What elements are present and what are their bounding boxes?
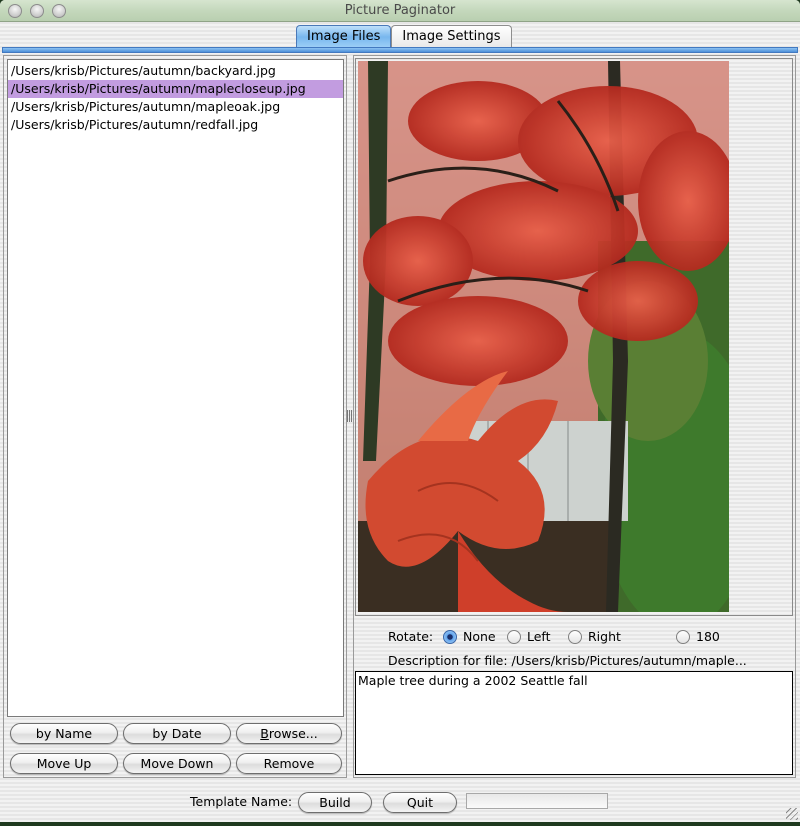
title-bar[interactable]: Picture Paginator <box>0 0 800 22</box>
image-preview <box>358 61 729 612</box>
rotate-left-label[interactable]: Left <box>527 628 551 646</box>
close-window-button[interactable] <box>8 4 22 18</box>
browse-button-label: Browse... <box>260 726 318 741</box>
browse-button[interactable]: Browse... <box>236 723 342 744</box>
tab-image-settings[interactable]: Image Settings <box>391 25 512 48</box>
quit-button[interactable]: Quit <box>383 792 457 813</box>
image-preview-frame <box>355 58 793 616</box>
remove-button[interactable]: Remove <box>236 753 342 774</box>
file-list-panel: /Users/krisb/Pictures/autumn/backyard.jp… <box>3 55 347 778</box>
template-name-field[interactable] <box>466 793 608 809</box>
minimize-window-button[interactable] <box>30 4 44 18</box>
rotate-none-radio[interactable] <box>443 630 457 644</box>
rotate-options: Rotate: None Left Right 180 <box>354 628 797 646</box>
tab-bar: Image Files Image Settings <box>296 25 512 48</box>
window-resize-grip-icon[interactable] <box>786 808 798 820</box>
window-title: Picture Paginator <box>344 3 456 18</box>
tab-image-files[interactable]: Image Files <box>296 25 392 48</box>
move-down-button[interactable]: Move Down <box>123 753 231 774</box>
rotate-180-label[interactable]: 180 <box>696 628 720 646</box>
sort-by-date-button[interactable]: by Date <box>123 723 231 744</box>
template-name-label: Template Name: <box>190 794 293 809</box>
rotate-right-radio[interactable] <box>568 630 582 644</box>
rotate-none-label[interactable]: None <box>463 628 496 646</box>
rotate-label: Rotate: <box>388 629 434 644</box>
rotate-180-radio[interactable] <box>676 630 690 644</box>
rotate-left-radio[interactable] <box>507 630 521 644</box>
file-list-item[interactable]: /Users/krisb/Pictures/autumn/redfall.jpg <box>8 116 343 134</box>
rotate-right-label[interactable]: Right <box>588 628 621 646</box>
sort-by-name-button[interactable]: by Name <box>10 723 118 744</box>
preview-panel: Rotate: None Left Right 180 Description … <box>353 55 796 778</box>
description-textarea[interactable]: Maple tree during a 2002 Seattle fall <box>355 671 793 775</box>
file-list-item[interactable]: /Users/krisb/Pictures/autumn/mapleoak.jp… <box>8 98 343 116</box>
file-list-item[interactable]: /Users/krisb/Pictures/autumn/backyard.jp… <box>8 62 343 80</box>
bottom-toolbar: Template Name: Build Quit <box>0 788 800 818</box>
build-button[interactable]: Build <box>298 792 372 813</box>
zoom-window-button[interactable] <box>52 4 66 18</box>
file-list[interactable]: /Users/krisb/Pictures/autumn/backyard.jp… <box>7 59 344 717</box>
app-window: Picture Paginator Image Files Image Sett… <box>0 0 800 822</box>
tab-indicator-line <box>2 47 798 53</box>
divider-grip-icon[interactable] <box>347 410 352 422</box>
photo-illustration <box>358 61 729 612</box>
description-label: Description for file: /Users/krisb/Pictu… <box>388 653 747 668</box>
file-list-item-selected[interactable]: /Users/krisb/Pictures/autumn/maplecloseu… <box>8 80 343 98</box>
move-up-button[interactable]: Move Up <box>10 753 118 774</box>
